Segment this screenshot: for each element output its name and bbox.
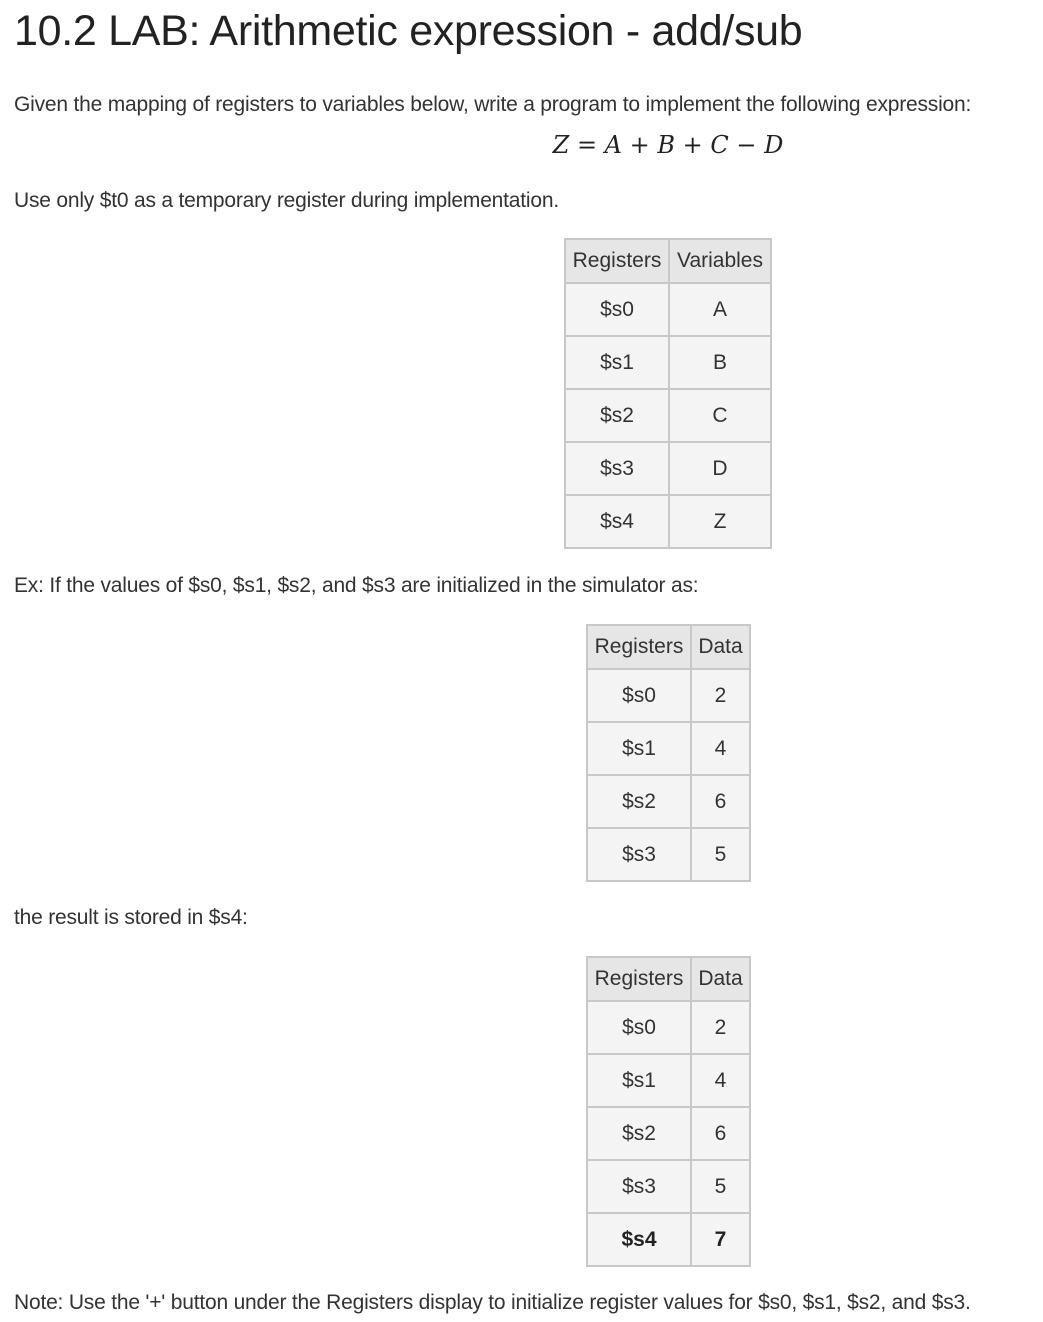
register-cell: $s3 bbox=[564, 441, 670, 496]
table-row: $s0 2 bbox=[586, 1000, 751, 1055]
variable-cell: C bbox=[668, 388, 772, 443]
column-header-registers: Registers bbox=[586, 956, 692, 1002]
table-row: $s0 A bbox=[564, 282, 772, 337]
data-cell: 6 bbox=[690, 1106, 751, 1161]
register-cell: $s0 bbox=[586, 668, 692, 723]
data-cell: 5 bbox=[690, 1159, 751, 1214]
result-values-table: Registers Data $s0 2 $s1 4 $s2 6 $s3 5 $ bbox=[586, 956, 751, 1267]
variable-cell: Z bbox=[668, 494, 772, 549]
register-cell: $s3 bbox=[586, 827, 692, 882]
register-cell: $s1 bbox=[564, 335, 670, 390]
column-header-variables: Variables bbox=[668, 238, 772, 284]
result-register-cell: $s4 bbox=[586, 1212, 692, 1267]
table-row: $s1 4 bbox=[586, 1053, 751, 1108]
data-cell: 5 bbox=[690, 827, 751, 882]
variable-cell: B bbox=[668, 335, 772, 390]
page-title: 10.2 LAB: Arithmetic expression - add/su… bbox=[14, 7, 803, 55]
result-text: the result is stored in $s4: bbox=[14, 906, 248, 929]
data-cell: 2 bbox=[690, 668, 751, 723]
table-row: $s4 Z bbox=[564, 494, 772, 549]
table-row: $s2 6 bbox=[586, 774, 751, 829]
data-cell: 4 bbox=[690, 721, 751, 776]
table-row: $s0 2 bbox=[586, 668, 751, 723]
column-header-data: Data bbox=[690, 624, 751, 670]
table-row: $s1 4 bbox=[586, 721, 751, 776]
table-row: $s1 B bbox=[564, 335, 772, 390]
register-cell: $s2 bbox=[586, 1106, 692, 1161]
data-cell: 6 bbox=[690, 774, 751, 829]
intro-text: Given the mapping of registers to variab… bbox=[14, 93, 972, 116]
initial-values-table: Registers Data $s0 2 $s1 4 $s2 6 $s3 5 bbox=[586, 624, 751, 882]
lab-page: 10.2 LAB: Arithmetic expression - add/su… bbox=[0, 0, 1043, 1322]
register-mapping-table: Registers Variables $s0 A $s1 B $s2 C $s… bbox=[564, 238, 772, 549]
temp-register-note: Use only $t0 as a temporary register dur… bbox=[14, 189, 559, 212]
result-row: $s4 7 bbox=[586, 1212, 751, 1267]
table-row: $s3 5 bbox=[586, 1159, 751, 1214]
example-text: Ex: If the values of $s0, $s1, $s2, and … bbox=[14, 574, 699, 597]
column-header-data: Data bbox=[690, 956, 751, 1002]
data-cell: 4 bbox=[690, 1053, 751, 1108]
register-cell: $s4 bbox=[564, 494, 670, 549]
expression-formula: Z = A + B + C − D bbox=[552, 131, 784, 159]
table-header-row: Registers Data bbox=[586, 956, 751, 1002]
register-cell: $s1 bbox=[586, 1053, 692, 1108]
column-header-registers: Registers bbox=[586, 624, 692, 670]
table-header-row: Registers Data bbox=[586, 624, 751, 670]
table-row: $s3 5 bbox=[586, 827, 751, 882]
initialization-note: Note: Use the '+' button under the Regis… bbox=[14, 1291, 971, 1314]
register-cell: $s2 bbox=[586, 774, 692, 829]
result-data-cell: 7 bbox=[690, 1212, 751, 1267]
column-header-registers: Registers bbox=[564, 238, 670, 284]
table-row: $s2 C bbox=[564, 388, 772, 443]
register-cell: $s0 bbox=[564, 282, 670, 337]
register-cell: $s1 bbox=[586, 721, 692, 776]
register-cell: $s2 bbox=[564, 388, 670, 443]
register-cell: $s3 bbox=[586, 1159, 692, 1214]
table-row: $s3 D bbox=[564, 441, 772, 496]
register-cell: $s0 bbox=[586, 1000, 692, 1055]
table-row: $s2 6 bbox=[586, 1106, 751, 1161]
table-header-row: Registers Variables bbox=[564, 238, 772, 284]
variable-cell: D bbox=[668, 441, 772, 496]
data-cell: 2 bbox=[690, 1000, 751, 1055]
variable-cell: A bbox=[668, 282, 772, 337]
